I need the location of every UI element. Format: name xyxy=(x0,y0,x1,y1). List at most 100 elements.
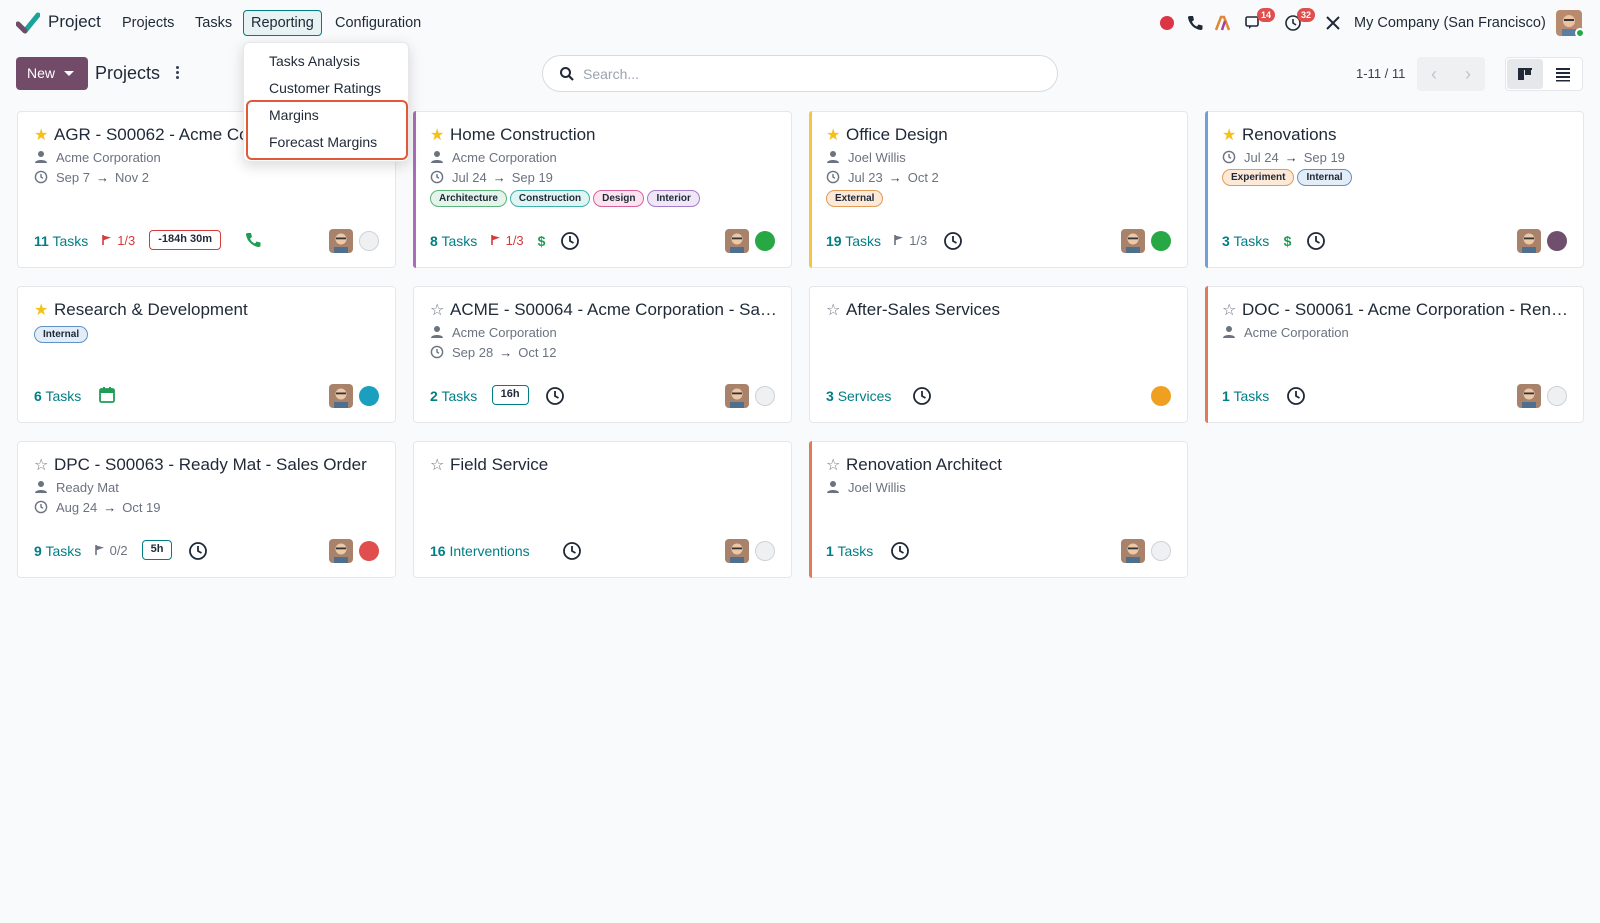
tag-architecture[interactable]: Architecture xyxy=(430,190,507,207)
task-count-link[interactable]: 3 Tasks xyxy=(1222,233,1269,249)
star-outline-icon[interactable]: ☆ xyxy=(1222,300,1238,320)
task-count-link[interactable]: 1 Tasks xyxy=(1222,388,1269,404)
project-card[interactable]: ☆ DOC - S00061 - Acme Corporation - Renov… xyxy=(1205,286,1584,423)
activity-clock-icon[interactable] xyxy=(560,231,580,256)
tools-icon[interactable] xyxy=(1324,14,1342,32)
nav-tasks[interactable]: Tasks xyxy=(195,15,232,31)
star-outline-icon[interactable]: ☆ xyxy=(430,300,446,320)
project-title[interactable]: ★ Renovations xyxy=(1222,125,1571,145)
allocated-hours[interactable]: 16h xyxy=(491,385,529,405)
activity-clock-icon[interactable] xyxy=(912,386,932,411)
project-card[interactable]: ★ Research & Development Internal 6 Tasks xyxy=(17,286,396,423)
star-filled-icon[interactable]: ★ xyxy=(826,125,842,145)
activity-clock-icon[interactable] xyxy=(562,541,582,566)
actions-menu-icon[interactable] xyxy=(172,66,182,82)
recording-indicator-icon[interactable] xyxy=(1160,16,1174,30)
status-indicator-icon[interactable] xyxy=(1151,541,1171,561)
user-avatar[interactable] xyxy=(1517,229,1541,253)
task-count-link[interactable]: 8 Tasks xyxy=(430,233,477,249)
star-outline-icon[interactable]: ☆ xyxy=(826,300,842,320)
activity-clock-icon[interactable] xyxy=(1286,386,1306,411)
ai-assistant-icon[interactable] xyxy=(1214,14,1232,32)
status-indicator-icon[interactable] xyxy=(755,231,775,251)
project-title[interactable]: ☆ Field Service xyxy=(430,455,779,475)
status-indicator-icon[interactable] xyxy=(359,231,379,251)
status-indicator-icon[interactable] xyxy=(1151,231,1171,251)
menu-tasks-analysis[interactable]: Tasks Analysis xyxy=(269,53,360,69)
activity-clock-icon[interactable] xyxy=(545,386,565,411)
task-count-link[interactable]: 19 Tasks xyxy=(826,233,881,249)
activity-clock-icon[interactable] xyxy=(1306,231,1326,256)
milestones[interactable]: 1/3 xyxy=(893,233,927,248)
search-input[interactable] xyxy=(583,64,1043,84)
status-indicator-icon[interactable] xyxy=(359,386,379,406)
status-indicator-icon[interactable] xyxy=(755,541,775,561)
dollar-icon[interactable]: $ xyxy=(538,233,546,249)
allocated-hours[interactable]: 5h xyxy=(141,540,173,560)
project-title[interactable]: ☆ After-Sales Services xyxy=(826,300,1175,320)
activity-clock-icon[interactable] xyxy=(188,541,208,566)
star-filled-icon[interactable]: ★ xyxy=(430,125,446,145)
list-view-button[interactable] xyxy=(1545,59,1581,89)
task-count-link[interactable]: 3 Services xyxy=(826,388,891,404)
project-card[interactable]: ☆ Renovation Architect Joel Willis 1 Tasks xyxy=(809,441,1188,578)
project-card[interactable]: ★ Renovations Jul 24 → Sep 19 Experiment Inter… xyxy=(1205,111,1584,268)
app-name[interactable]: Project xyxy=(48,12,101,32)
status-indicator-icon[interactable] xyxy=(1547,231,1567,251)
pager-next-icon[interactable]: › xyxy=(1451,57,1485,91)
company-switcher[interactable]: My Company (San Francisco) xyxy=(1354,15,1546,31)
task-count-link[interactable]: 16 Interventions xyxy=(430,543,530,559)
calendar-icon[interactable] xyxy=(98,386,116,409)
star-outline-icon[interactable]: ☆ xyxy=(430,455,446,475)
nav-projects[interactable]: Projects xyxy=(122,15,174,31)
activity-clock-icon[interactable] xyxy=(890,541,910,566)
dollar-icon[interactable]: $ xyxy=(1284,233,1292,249)
star-filled-icon[interactable]: ★ xyxy=(34,125,50,145)
project-card[interactable]: ☆ After-Sales Services 3 Services xyxy=(809,286,1188,423)
menu-customer-ratings[interactable]: Customer Ratings xyxy=(269,80,381,96)
user-avatar[interactable] xyxy=(329,539,353,563)
project-title[interactable]: ☆ DPC - S00063 - Ready Mat - Sales Order xyxy=(34,455,383,475)
star-outline-icon[interactable]: ☆ xyxy=(826,455,842,475)
project-card[interactable]: ★ Home Construction Acme Corporation Jul 24… xyxy=(413,111,792,268)
user-avatar[interactable] xyxy=(1121,229,1145,253)
user-avatar[interactable] xyxy=(329,229,353,253)
tag-design[interactable]: Design xyxy=(593,190,645,207)
user-avatar[interactable] xyxy=(725,539,749,563)
project-title[interactable]: ☆ DOC - S00061 - Acme Corporation - Renov… xyxy=(1222,300,1571,320)
task-count-link[interactable]: 6 Tasks xyxy=(34,388,81,404)
star-filled-icon[interactable]: ★ xyxy=(1222,125,1238,145)
tag-external[interactable]: External xyxy=(826,190,884,207)
project-card[interactable]: ☆ DPC - S00063 - Ready Mat - Sales Order R… xyxy=(17,441,396,578)
task-count-link[interactable]: 2 Tasks xyxy=(430,388,477,404)
kanban-view-button[interactable] xyxy=(1507,59,1543,89)
tag-interior[interactable]: Interior xyxy=(647,190,700,207)
star-outline-icon[interactable]: ☆ xyxy=(34,455,50,475)
project-title[interactable]: ☆ Renovation Architect xyxy=(826,455,1175,475)
tag-internal[interactable]: Internal xyxy=(1297,169,1352,186)
allocated-hours[interactable]: -184h 30m xyxy=(149,230,221,250)
activity-clock-icon[interactable] xyxy=(943,231,963,256)
status-indicator-icon[interactable] xyxy=(1151,386,1171,406)
user-avatar[interactable] xyxy=(1121,539,1145,563)
phone-icon[interactable] xyxy=(1186,14,1204,32)
search-bar[interactable] xyxy=(542,55,1058,92)
tag-construction[interactable]: Construction xyxy=(509,190,591,207)
user-avatar[interactable] xyxy=(329,384,353,408)
milestones[interactable]: 0/2 xyxy=(94,543,128,558)
milestones[interactable]: 1/3 xyxy=(490,233,524,248)
task-count-link[interactable]: 11 Tasks xyxy=(34,233,88,249)
tag-internal[interactable]: Internal xyxy=(34,326,89,343)
user-avatar[interactable] xyxy=(725,229,749,253)
user-avatar[interactable] xyxy=(725,384,749,408)
status-indicator-icon[interactable] xyxy=(755,386,775,406)
project-title[interactable]: ★ Research & Development xyxy=(34,300,383,320)
project-title[interactable]: ☆ ACME - S00064 - Acme Corporation - Sale… xyxy=(430,300,779,320)
project-title[interactable]: ★ Home Construction xyxy=(430,125,779,145)
menu-forecast-margins[interactable]: Forecast Margins xyxy=(269,134,377,150)
status-indicator-icon[interactable] xyxy=(359,541,379,561)
project-logo-icon[interactable] xyxy=(16,12,40,34)
tag-experiment[interactable]: Experiment xyxy=(1222,169,1295,186)
status-indicator-icon[interactable] xyxy=(1547,386,1567,406)
project-title[interactable]: ★ Office Design xyxy=(826,125,1175,145)
